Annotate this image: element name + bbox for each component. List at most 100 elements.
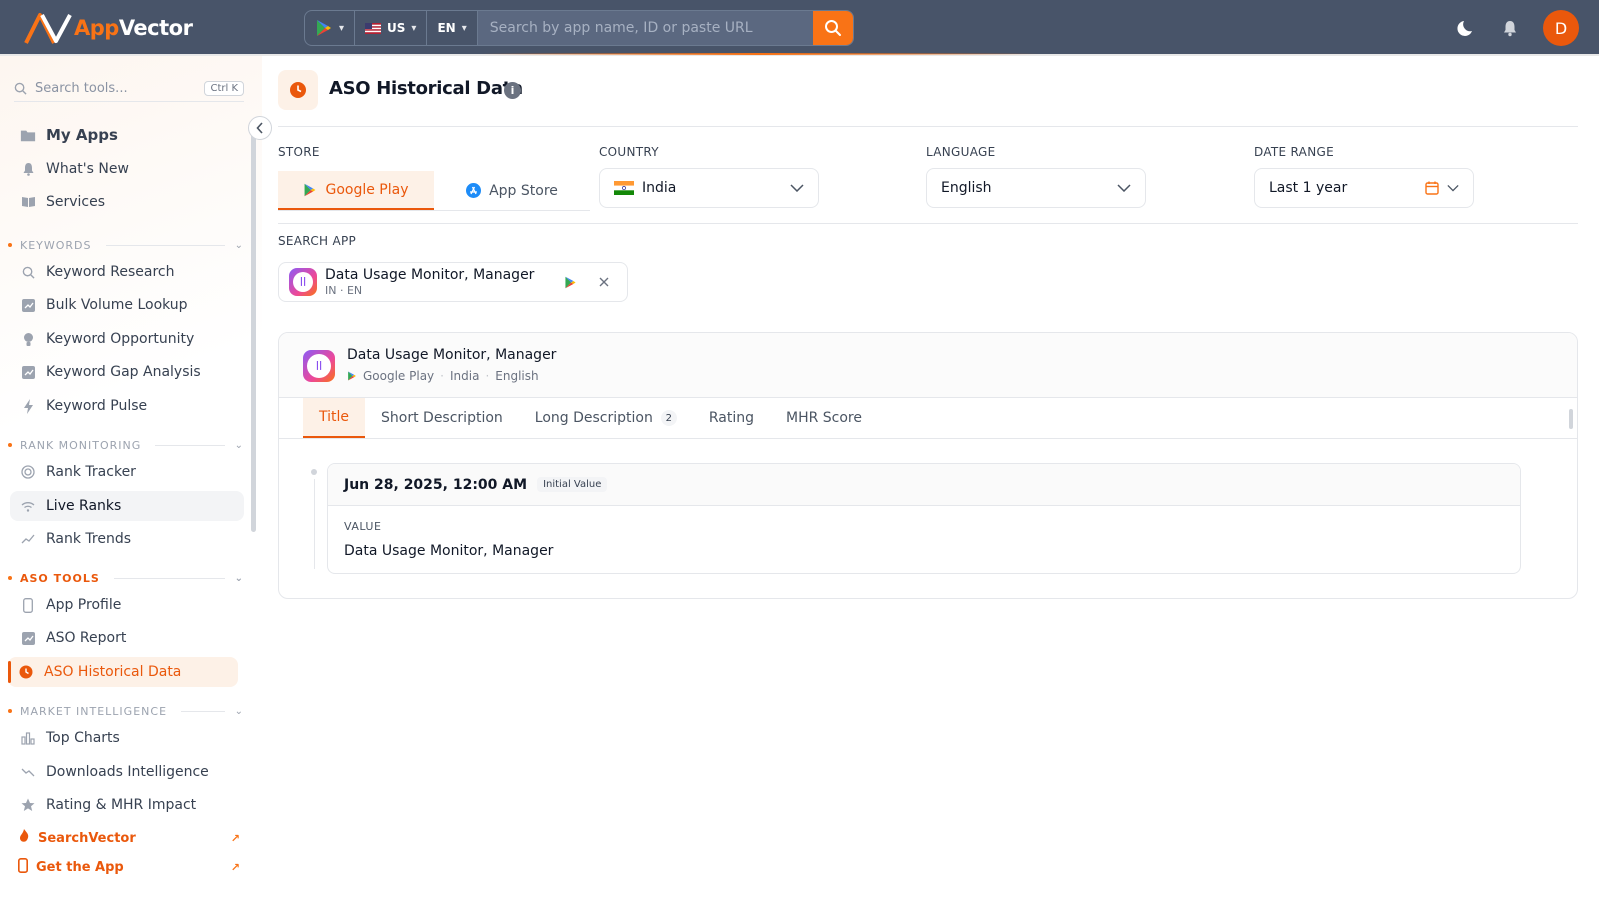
sidebar-item-services[interactable]: Services (10, 187, 244, 217)
sidebar-item-rating-mhr-impact[interactable]: Rating & MHR Impact (10, 790, 244, 820)
sidebar-item-keyword-research[interactable]: Keyword Research (10, 257, 244, 287)
sidebar-item-whats-new[interactable]: What's New (10, 154, 244, 184)
sidebar-search[interactable]: Search tools... Ctrl K (14, 76, 244, 102)
external-link-icon: ↗ (230, 831, 240, 845)
search-icon (20, 264, 36, 280)
chevron-down-icon (1447, 184, 1459, 192)
page-icon (278, 70, 318, 110)
search-app-label: SEARCH APP (278, 234, 357, 248)
sidebar-item-label: ASO Historical Data (44, 664, 182, 680)
section-keywords-header[interactable]: KEYWORDS ⌄ (8, 237, 244, 253)
sidebar-item-aso-historical-data[interactable]: ASO Historical Data (8, 657, 238, 687)
language-select[interactable]: English (926, 168, 1146, 208)
info-icon[interactable]: i (504, 82, 521, 99)
tab-long-description[interactable]: Long Description 2 (519, 398, 693, 438)
chevron-down-icon: ▾ (411, 22, 417, 34)
folder-icon (20, 127, 36, 143)
section-market-intelligence-header[interactable]: MARKET INTELLIGENCE ⌄ (8, 703, 244, 719)
tab-app-store[interactable]: App Store (434, 171, 590, 210)
tab-title[interactable]: Title (303, 398, 366, 438)
sidebar-item-live-ranks[interactable]: Live Ranks (10, 491, 244, 521)
chart-icon (20, 630, 36, 646)
initial-value-badge: Initial Value (537, 477, 608, 492)
country-dropdown[interactable]: US ▾ (355, 11, 428, 45)
date-range-select[interactable]: Last 1 year (1254, 168, 1474, 208)
chevron-down-icon: ▾ (461, 22, 467, 34)
sidebar-item-label: App Profile (46, 597, 122, 613)
entry-date: Jun 28, 2025, 12:00 AM (344, 476, 528, 493)
selected-app-name: Data Usage Monitor, Manager (325, 267, 535, 283)
language-value: English (941, 180, 992, 196)
tab-rating[interactable]: Rating (693, 398, 770, 438)
calendar-icon (1425, 181, 1439, 195)
chevron-down-icon: ⌄ (234, 439, 244, 451)
chevron-down-icon (1117, 181, 1131, 195)
close-icon[interactable] (599, 277, 609, 287)
meta-language: English (495, 369, 539, 383)
chevron-down-icon: ⌄ (234, 239, 244, 251)
tab-google-play[interactable]: Google Play (278, 171, 434, 210)
history-card: || Data Usage Monitor, Manager Google Pl… (278, 332, 1578, 599)
wifi-icon (20, 498, 36, 514)
section-rank-monitoring-header[interactable]: RANK MONITORING ⌄ (8, 437, 244, 453)
language-dropdown[interactable]: EN ▾ (427, 11, 478, 45)
date-range-label: DATE RANGE (1254, 145, 1334, 159)
brand-logo[interactable]: AppVector (24, 11, 193, 45)
section-title: MARKET INTELLIGENCE (20, 704, 168, 718)
sidebar-item-aso-report[interactable]: ASO Report (10, 623, 244, 653)
user-avatar[interactable]: D (1543, 10, 1579, 46)
collapse-sidebar-button[interactable] (248, 116, 272, 140)
section-title: RANK MONITORING (20, 438, 142, 452)
get-the-app-link[interactable]: Get the App ↗ (18, 857, 240, 877)
searchvector-link[interactable]: SearchVector ↗ (18, 828, 240, 848)
main-content: ASO Historical Data i STORE Google Play … (262, 56, 1599, 912)
meta-store: Google Play (363, 369, 435, 383)
selected-app-chip[interactable]: || Data Usage Monitor, Manager IN · EN (278, 262, 628, 302)
section-divider (113, 577, 225, 579)
dark-mode-moon-icon[interactable] (1457, 18, 1477, 38)
store-dropdown[interactable]: ▾ (305, 11, 356, 45)
header-actions: D (1457, 10, 1579, 46)
appvector-logo-icon (24, 13, 72, 44)
sidebar-scrollbar[interactable] (251, 132, 256, 532)
meta-separator: · (440, 369, 444, 383)
sidebar-item-label: Rank Trends (46, 531, 132, 547)
sidebar-item-keyword-pulse[interactable]: Keyword Pulse (10, 391, 244, 421)
change-count-badge: 2 (660, 410, 677, 426)
history-entry: Jun 28, 2025, 12:00 AM Initial Value VAL… (327, 463, 1521, 574)
book-icon (20, 194, 36, 210)
tab-mhr-score[interactable]: MHR Score (770, 398, 878, 438)
sidebar-item-app-profile[interactable]: App Profile (10, 590, 244, 620)
lightbulb-icon (20, 331, 36, 347)
page-title: ASO Historical Data (329, 78, 523, 99)
footer-link-label: Get the App (36, 859, 124, 875)
store-tab-label: App Store (489, 182, 558, 199)
sidebar-item-rank-tracker[interactable]: Rank Tracker (10, 457, 244, 487)
external-link-icon: ↗ (230, 860, 240, 874)
section-aso-tools-header[interactable]: ASO TOOLS ⌄ (8, 570, 244, 586)
section-dot (8, 243, 12, 247)
sidebar-item-bulk-volume-lookup[interactable]: Bulk Volume Lookup (10, 290, 244, 320)
us-flag-icon (365, 22, 382, 34)
sidebar-item-label: My Apps (46, 126, 118, 144)
sidebar-item-label: Live Ranks (46, 498, 122, 514)
sidebar-item-keyword-opportunity[interactable]: Keyword Opportunity (10, 324, 244, 354)
tab-short-description[interactable]: Short Description (365, 398, 519, 438)
notifications-bell-icon[interactable] (1501, 19, 1519, 37)
trending-up-icon (20, 531, 36, 547)
country-label: COUNTRY (599, 145, 659, 159)
sidebar-item-keyword-gap-analysis[interactable]: Keyword Gap Analysis (10, 357, 244, 387)
divider (278, 126, 1578, 127)
section-title: KEYWORDS (20, 238, 92, 252)
sidebar-item-downloads-intelligence[interactable]: Downloads Intelligence (10, 757, 244, 787)
tabs-scrollbar[interactable] (1569, 409, 1573, 429)
search-button[interactable] (813, 11, 853, 45)
global-search-input[interactable] (477, 11, 813, 45)
sidebar-item-top-charts[interactable]: Top Charts (10, 723, 244, 753)
store-label: STORE (278, 145, 320, 159)
sidebar-item-rank-trends[interactable]: Rank Trends (10, 524, 244, 554)
sidebar-item-my-apps[interactable]: My Apps (10, 120, 244, 150)
sidebar-item-label: Downloads Intelligence (46, 764, 209, 780)
card-app-meta: Google Play · India · English (347, 369, 539, 383)
country-select[interactable]: India (599, 168, 819, 208)
